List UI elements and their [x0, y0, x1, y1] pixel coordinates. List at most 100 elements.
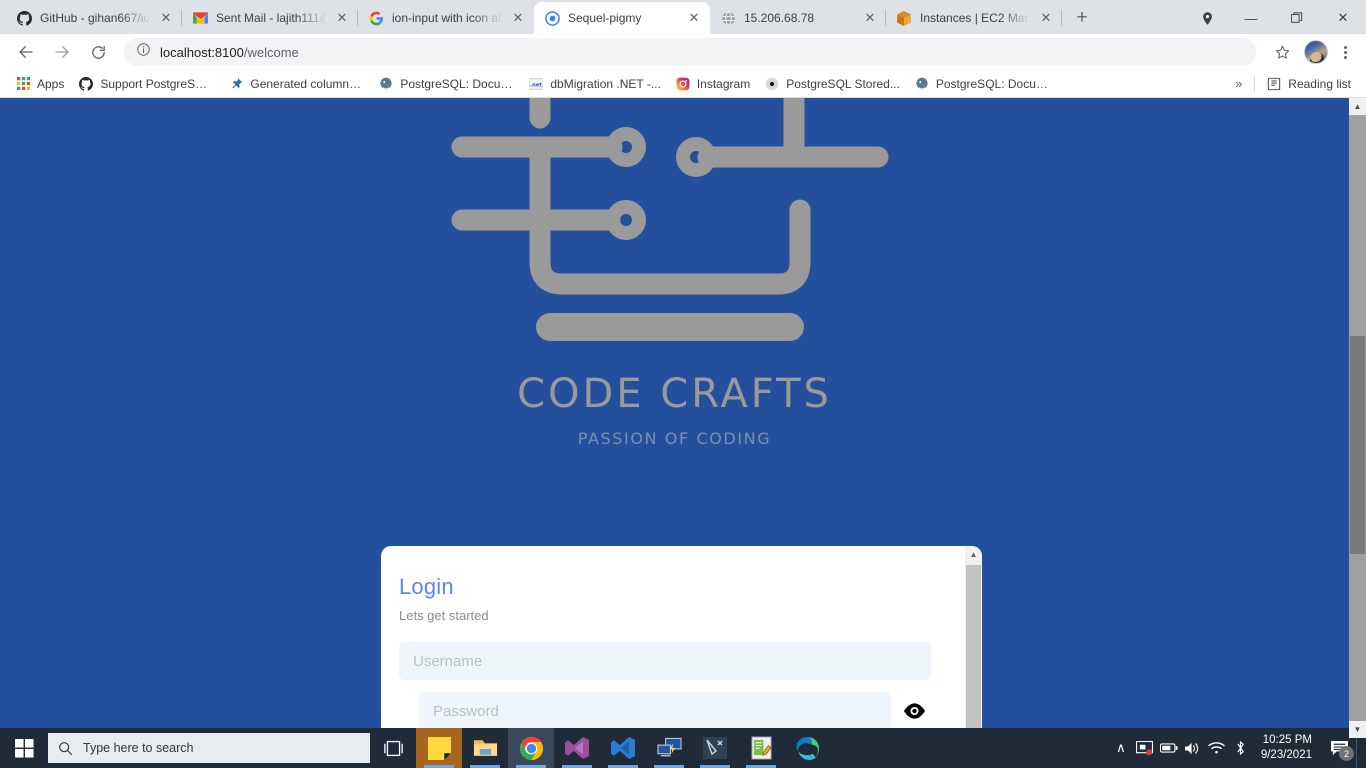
bookmark-postgresql-stored[interactable]: PostgreSQL Stored...	[757, 73, 907, 95]
battery-icon[interactable]	[1157, 728, 1181, 768]
bookmark-dbmigration-net[interactable]: .net dbMigration .NET -...	[521, 73, 667, 95]
svg-text:.net: .net	[530, 82, 542, 88]
forward-button[interactable]	[47, 37, 77, 67]
ionic-icon	[544, 10, 560, 26]
postgresql-icon	[914, 76, 930, 92]
toolbar-right	[1264, 37, 1358, 67]
close-icon[interactable]: ✕	[686, 10, 702, 26]
bookmark-instagram[interactable]: Instagram	[668, 73, 757, 95]
profile-pin-icon[interactable]	[1186, 2, 1228, 34]
screen-share-icon[interactable]	[1133, 728, 1157, 768]
brand-name: CODE CRAFTS	[517, 371, 832, 417]
circuit-logo-icon	[451, 98, 888, 341]
url-text: localhost:8100/welcome	[160, 44, 299, 60]
chrome-browser-window: GitHub - gihan667/ion ✕ Sent Mail - laji…	[0, 0, 1366, 768]
bookmarks-bar: Apps Support PostgreSQ... Generated colu…	[0, 70, 1366, 98]
password-row: Password	[399, 692, 931, 730]
gmail-icon	[192, 10, 208, 26]
bookmark-generated-columns[interactable]: Generated columns...	[221, 73, 371, 95]
bookmark-apps[interactable]: Apps	[8, 73, 71, 95]
close-icon[interactable]: ✕	[510, 10, 526, 26]
taskbar-app-design-tool[interactable]	[692, 728, 738, 768]
search-placeholder: Type here to search	[83, 741, 194, 755]
bookmark-postgresql-docs-1[interactable]: PostgreSQL: Docum...	[371, 73, 521, 95]
taskbar-app-sticky-notes[interactable]	[416, 728, 462, 768]
tab-strip: GitHub - gihan667/ion ✕ Sent Mail - laji…	[0, 0, 1366, 34]
wifi-icon[interactable]	[1205, 728, 1229, 768]
taskbar-clock[interactable]: 10:25 PM 9/23/2021	[1253, 733, 1322, 763]
page-scroll-down-arrow[interactable]: ▼	[1349, 721, 1366, 738]
page-scrollbar[interactable]: ▲ ▼	[1349, 98, 1366, 738]
close-icon[interactable]: ✕	[862, 10, 878, 26]
apps-grid-icon	[15, 76, 31, 92]
browser-tab-gmail[interactable]: Sent Mail - lajith111@ ✕	[182, 2, 358, 34]
password-placeholder: Password	[433, 702, 499, 720]
page-scroll-up-arrow[interactable]: ▲	[1349, 98, 1366, 115]
password-input[interactable]: Password	[419, 692, 891, 730]
globe-icon	[720, 10, 736, 26]
username-input[interactable]: Username	[399, 642, 931, 680]
brand-block: CODE CRAFTS PASSION OF CODING	[0, 98, 1349, 448]
bookmark-label: Apps	[37, 76, 65, 91]
browser-tab-github[interactable]: GitHub - gihan667/ion ✕	[6, 2, 182, 34]
tab-title: Sent Mail - lajith111@	[216, 11, 330, 25]
toolbar-divider	[1254, 75, 1256, 92]
taskbar-app-remote-desktop[interactable]	[646, 728, 692, 768]
bookmark-label: PostgreSQL: Docum...	[935, 76, 1050, 91]
close-icon[interactable]: ✕	[158, 10, 174, 26]
taskbar-app-vs-code[interactable]	[600, 728, 646, 768]
reading-list-icon	[1266, 76, 1282, 92]
page-viewport: CODE CRAFTS PASSION OF CODING Login Lets…	[0, 98, 1366, 768]
taskbar-search-input[interactable]: Type here to search	[48, 733, 370, 763]
address-bar[interactable]: localhost:8100/welcome	[124, 38, 1256, 66]
taskbar-app-visual-studio[interactable]	[554, 728, 600, 768]
taskbar-app-microsoft-edge[interactable]	[784, 728, 830, 768]
bluetooth-icon[interactable]	[1229, 728, 1253, 768]
close-icon[interactable]: ✕	[334, 10, 350, 26]
tab-divider	[1061, 10, 1062, 26]
bookmark-star-icon[interactable]	[1267, 37, 1297, 67]
profile-avatar[interactable]	[1304, 40, 1328, 64]
dot-icon	[764, 76, 780, 92]
search-icon	[58, 741, 73, 756]
browser-tab-ip-address[interactable]: 15.206.68.78 ✕	[710, 2, 886, 34]
tab-title: ion-input with icon at	[392, 11, 502, 25]
taskbar-app-file-explorer[interactable]	[462, 728, 508, 768]
start-button[interactable]	[0, 728, 48, 768]
browser-tab-ec2[interactable]: Instances | EC2 Manag ✕	[886, 2, 1062, 34]
new-tab-button[interactable]: +	[1068, 4, 1096, 32]
windows-taskbar: Type here to search ∧ 10:25 PM 9/23/2021…	[0, 728, 1366, 768]
page-scrollbar-thumb[interactable]	[1350, 336, 1365, 554]
task-view-button[interactable]	[370, 728, 416, 768]
bookmark-postgresql-docs-2[interactable]: PostgreSQL: Docum...	[907, 73, 1057, 95]
system-tray: ∧ 10:25 PM 9/23/2021 2	[1109, 728, 1366, 768]
bookmark-label: dbMigration .NET -...	[550, 76, 661, 91]
close-icon[interactable]: ✕	[1038, 10, 1054, 26]
bookmark-label: Generated columns...	[250, 76, 365, 91]
google-icon	[368, 10, 384, 26]
reading-list-button[interactable]: Reading list	[1259, 73, 1358, 95]
chrome-menu-button[interactable]	[1332, 37, 1358, 67]
browser-tab-sequel-pigmy[interactable]: Sequel-pigmy ✕	[534, 2, 710, 34]
volume-icon[interactable]	[1181, 728, 1205, 768]
minimize-button[interactable]: —	[1228, 2, 1274, 34]
tray-overflow-button[interactable]: ∧	[1109, 728, 1133, 768]
code-crafts-logo	[440, 98, 910, 357]
scroll-up-arrow[interactable]: ▲	[965, 546, 982, 563]
bookmark-support-postgresql[interactable]: Support PostgreSQ...	[71, 73, 221, 95]
bookmarks-overflow-button[interactable]: »	[1227, 76, 1250, 91]
bookmark-label: PostgreSQL: Docum...	[400, 76, 515, 91]
window-controls: — ✕	[1186, 2, 1366, 34]
taskbar-app-notepad-plus-plus[interactable]	[738, 728, 784, 768]
brand-tagline: PASSION OF CODING	[577, 429, 772, 448]
postgresql-icon	[378, 76, 394, 92]
site-info-icon[interactable]	[136, 42, 151, 62]
browser-tab-google-search[interactable]: ion-input with icon at ✕	[358, 2, 534, 34]
eye-icon[interactable]	[897, 694, 931, 728]
bookmark-label: Instagram	[696, 76, 751, 91]
reload-button[interactable]	[83, 37, 113, 67]
back-button[interactable]	[11, 37, 41, 67]
close-window-button[interactable]: ✕	[1320, 2, 1366, 34]
taskbar-app-google-chrome[interactable]	[508, 728, 554, 768]
maximize-button[interactable]	[1274, 2, 1320, 34]
